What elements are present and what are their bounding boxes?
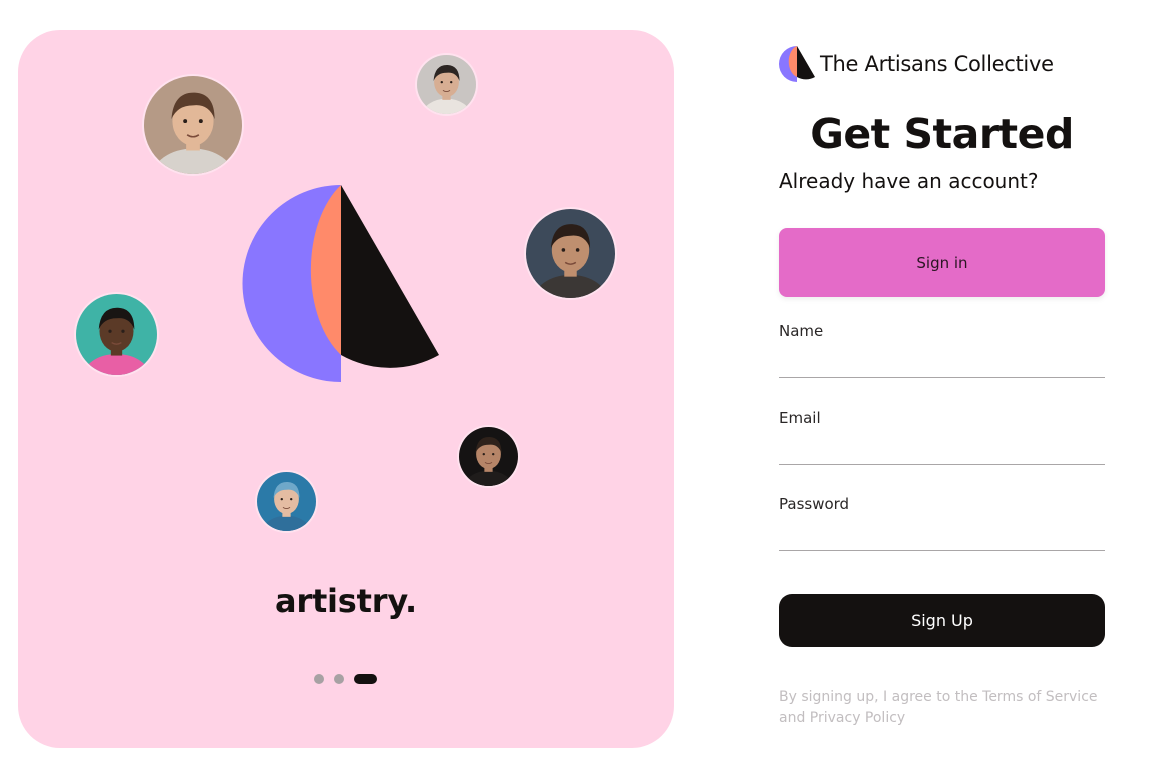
avatar-top-right bbox=[417, 55, 476, 114]
avatar-middle-right bbox=[459, 427, 518, 486]
person-photo-icon bbox=[526, 209, 615, 298]
name-input[interactable] bbox=[779, 346, 1105, 378]
name-field: Name bbox=[779, 322, 1105, 382]
password-label: Password bbox=[779, 495, 850, 513]
carousel-indicator bbox=[314, 673, 384, 685]
hero-panel: artistry. bbox=[18, 30, 674, 748]
password-field: Password bbox=[779, 495, 1105, 555]
artisans-logo-icon bbox=[242, 185, 439, 382]
person-photo-icon bbox=[459, 427, 518, 486]
avatar-bottom bbox=[257, 472, 316, 531]
person-photo-icon bbox=[144, 76, 242, 174]
brand: The Artisans Collective bbox=[779, 46, 1054, 82]
person-photo-icon bbox=[76, 294, 157, 375]
sign-up-button[interactable]: Sign Up bbox=[779, 594, 1105, 647]
password-input[interactable] bbox=[779, 519, 1105, 551]
avatar-left bbox=[76, 294, 157, 375]
carousel-dot-active[interactable] bbox=[354, 674, 377, 684]
terms-notice: By signing up, I agree to the Terms of S… bbox=[779, 689, 1098, 726]
signin-prompt: Already have an account? bbox=[779, 169, 1039, 193]
sign-in-button[interactable]: Sign in bbox=[779, 228, 1105, 297]
logo-black-triangle bbox=[341, 185, 439, 368]
email-input[interactable] bbox=[779, 433, 1105, 465]
avatar-right bbox=[526, 209, 615, 298]
person-photo-icon bbox=[257, 472, 316, 531]
email-label: Email bbox=[779, 409, 821, 427]
name-label: Name bbox=[779, 322, 824, 340]
avatar-top-left bbox=[144, 76, 242, 174]
email-field: Email bbox=[779, 409, 1105, 469]
carousel-dot[interactable] bbox=[334, 674, 344, 684]
hero-tagline: artistry. bbox=[274, 582, 418, 620]
signup-form-panel: The Artisans Collective Get Started Alre… bbox=[779, 0, 1105, 767]
brand-name: The Artisans Collective bbox=[820, 52, 1054, 76]
person-photo-icon bbox=[417, 55, 476, 114]
page-title: Get Started bbox=[810, 110, 1074, 158]
artisans-logo-icon bbox=[779, 46, 815, 82]
carousel-dot[interactable] bbox=[314, 674, 324, 684]
